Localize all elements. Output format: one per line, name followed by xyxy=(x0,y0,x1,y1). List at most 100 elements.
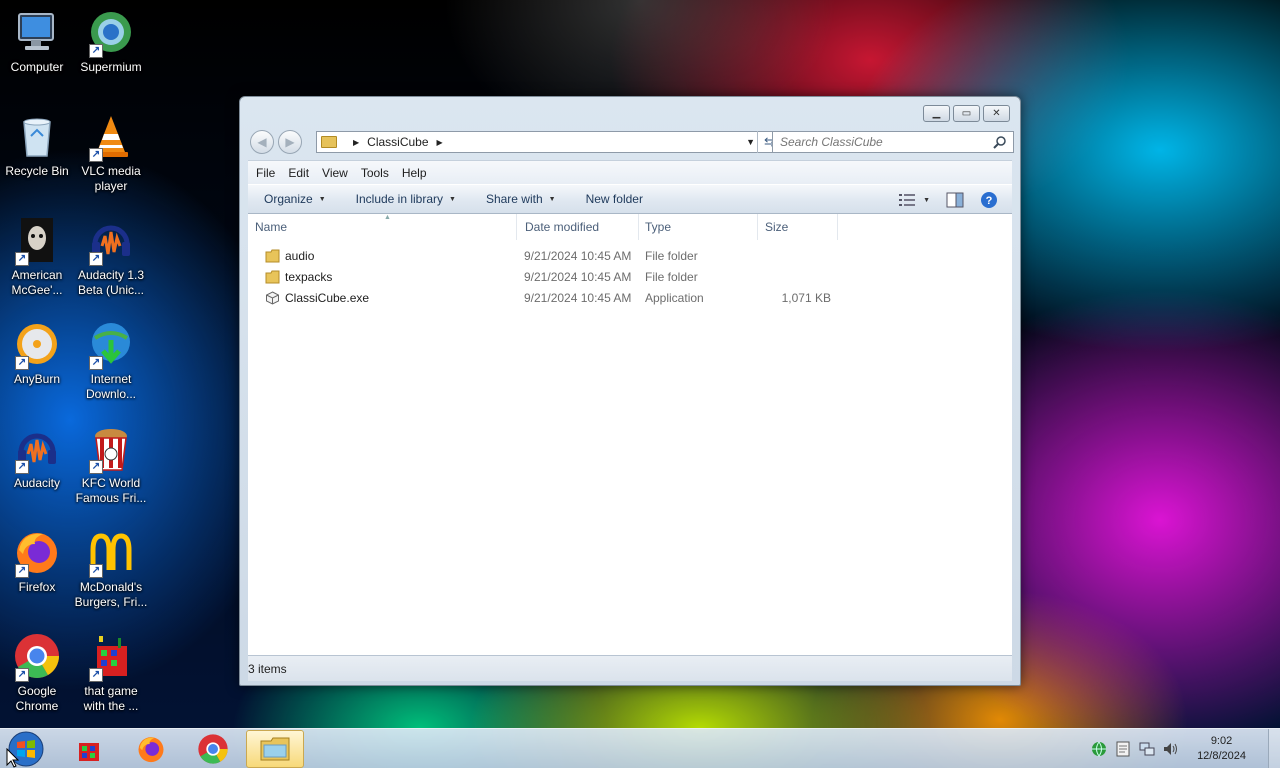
clock[interactable]: 9:02 12/8/2024 xyxy=(1197,734,1246,764)
desktop-icon-audacity[interactable]: ↗ Audacity xyxy=(0,416,74,512)
file-type: File folder xyxy=(645,270,698,284)
shortcut-arrow-icon: ↗ xyxy=(15,668,29,682)
firefox-icon xyxy=(138,737,164,763)
details-view-icon xyxy=(899,194,916,206)
menu-tools[interactable]: Tools xyxy=(361,166,389,180)
taskbar-firefox[interactable] xyxy=(122,730,180,768)
shortcut-arrow-icon: ↗ xyxy=(15,356,29,370)
search-input[interactable] xyxy=(780,135,980,149)
shortcut-arrow-icon: ↗ xyxy=(89,668,103,682)
desktop-icon-mcdonalds[interactable]: ↗ McDonald's Burgers, Fri... xyxy=(74,520,148,616)
address-dropdown-icon[interactable]: ▼ xyxy=(746,137,755,147)
back-button[interactable]: ◀ xyxy=(250,130,274,154)
menu-bar: File Edit View Tools Help xyxy=(248,160,1012,184)
explorer-icon xyxy=(260,737,290,761)
file-type: Application xyxy=(645,291,704,305)
breadcrumb[interactable]: ClassiCube xyxy=(367,135,428,149)
file-date: 9/21/2024 10:45 AM xyxy=(524,291,632,305)
taskbar: 9:02 12/8/2024 xyxy=(0,728,1280,768)
close-button[interactable]: ✕ xyxy=(983,105,1010,122)
network-globe-icon[interactable] xyxy=(1091,741,1107,757)
desktop-icon-internet-download[interactable]: ↗ Internet Downlo... xyxy=(74,312,148,408)
share-with-button[interactable]: Share with ▼ xyxy=(486,192,556,206)
organize-button[interactable]: Organize ▼ xyxy=(264,192,326,206)
view-controls: ▼ ? xyxy=(899,191,998,209)
breadcrumb-separator-icon[interactable]: ▶ xyxy=(437,138,443,147)
include-in-library-button[interactable]: Include in library ▼ xyxy=(356,192,456,206)
chevron-down-icon: ▼ xyxy=(548,195,556,203)
address-bar[interactable]: ▶ ClassiCube ▶ ▼ ⇆ xyxy=(316,131,782,153)
item-count: 3 items xyxy=(248,661,287,676)
chevron-down-icon: ▼ xyxy=(449,195,456,203)
new-folder-button[interactable]: New folder xyxy=(586,192,643,206)
shortcut-arrow-icon: ↗ xyxy=(89,356,103,370)
taskbar-chrome[interactable] xyxy=(184,730,242,768)
desktop-icon-american-mcgee[interactable]: ↗ American McGee'... xyxy=(0,208,74,304)
desktop-icon-recycle-bin[interactable]: Recycle Bin xyxy=(0,104,74,200)
desktop-icon-computer[interactable]: Computer xyxy=(0,0,74,96)
preview-pane-icon[interactable] xyxy=(946,192,964,208)
column-header-type[interactable]: Type xyxy=(638,214,758,240)
menu-file[interactable]: File xyxy=(256,166,275,180)
file-row[interactable]: ClassiCube.exe 9/21/2024 10:45 AM Applic… xyxy=(248,288,1012,308)
desktop-icon-anyburn[interactable]: ↗ AnyBurn xyxy=(0,312,74,408)
search-box[interactable] xyxy=(772,131,1014,153)
desktop-icon-label: Audacity 1.3 Beta (Unic... xyxy=(77,268,145,297)
desktop-icon-label: AnyBurn xyxy=(13,372,61,386)
internet-download-manager-icon: ↗ xyxy=(87,320,135,370)
column-header-name[interactable]: Name xyxy=(248,214,517,240)
desktop-icon-label: Computer xyxy=(10,60,64,74)
network-icon[interactable] xyxy=(1139,741,1155,757)
folder-icon xyxy=(265,270,280,284)
audacity-beta-icon: ↗ xyxy=(87,216,135,266)
desktop-icon-audacity-beta[interactable]: ↗ Audacity 1.3 Beta (Unic... xyxy=(74,208,148,304)
menu-view[interactable]: View xyxy=(322,166,348,180)
minimize-button[interactable]: ▁ xyxy=(923,105,950,122)
organize-label: Organize xyxy=(264,192,313,206)
desktop-icon-chrome[interactable]: ↗ Google Chrome xyxy=(0,624,74,720)
desktop-icon-label: Internet Downlo... xyxy=(85,372,137,401)
desktop-icon-label: Firefox xyxy=(18,580,56,594)
menu-edit[interactable]: Edit xyxy=(288,166,309,180)
explorer-window: ▁ ▭ ✕ ◀ ▶ ▶ ClassiCube ▶ ▼ ⇆ File Edit V… xyxy=(239,96,1021,686)
desktop-icon-kfc[interactable]: ↗ KFC World Famous Fri... xyxy=(74,416,148,512)
clock-date: 12/8/2024 xyxy=(1197,750,1246,762)
change-view-button[interactable]: ▼ xyxy=(899,194,930,206)
application-icon xyxy=(266,291,279,305)
vlc-icon: ↗ xyxy=(87,112,135,162)
file-row[interactable]: audio 9/21/2024 10:45 AM File folder xyxy=(248,246,1012,266)
command-bar: Organize ▼ Include in library ▼ Share with… xyxy=(248,184,1012,214)
volume-icon[interactable] xyxy=(1163,741,1179,757)
show-desktop-button[interactable] xyxy=(1268,729,1280,768)
close-icon: ✕ xyxy=(992,108,1001,119)
desktop-icon-vlc[interactable]: ↗ VLC media player xyxy=(74,104,148,200)
column-header-date[interactable]: Date modified xyxy=(518,214,639,240)
desktop-icon-that-game[interactable]: ↗ that game with the ... xyxy=(74,624,148,720)
action-center-icon[interactable] xyxy=(1115,741,1131,757)
shortcut-arrow-icon: ↗ xyxy=(89,44,103,58)
desktop-icon-label: that game with the ... xyxy=(83,684,139,713)
menu-help[interactable]: Help xyxy=(402,166,427,180)
computer-icon xyxy=(13,8,61,56)
file-row[interactable]: texpacks 9/21/2024 10:45 AM File folder xyxy=(248,267,1012,287)
system-tray: 9:02 12/8/2024 xyxy=(1091,729,1280,768)
svg-text:?: ? xyxy=(986,195,993,207)
desktop-icon-firefox[interactable]: ↗ Firefox xyxy=(0,520,74,616)
include-in-library-label: Include in library xyxy=(355,192,444,206)
maximize-button[interactable]: ▭ xyxy=(953,105,980,122)
column-header-size[interactable]: Size xyxy=(758,214,838,240)
kfc-bucket-icon: ↗ xyxy=(87,424,135,474)
desktop-icon-supermium[interactable]: ↗ Supermium xyxy=(74,0,148,96)
shortcut-arrow-icon: ↗ xyxy=(89,460,103,474)
breadcrumb-separator-icon[interactable]: ▶ xyxy=(353,138,359,147)
help-icon[interactable]: ? xyxy=(980,191,998,209)
file-name: audio xyxy=(285,249,315,263)
taskbar-that-game[interactable] xyxy=(60,730,118,768)
file-name: texpacks xyxy=(285,270,333,284)
forward-button[interactable]: ▶ xyxy=(278,130,302,154)
taskbar-explorer[interactable] xyxy=(246,730,304,768)
new-folder-label: New folder xyxy=(585,192,643,206)
search-icon[interactable] xyxy=(993,135,1007,149)
shortcut-arrow-icon: ↗ xyxy=(89,564,103,578)
shortcut-arrow-icon: ↗ xyxy=(89,252,103,266)
